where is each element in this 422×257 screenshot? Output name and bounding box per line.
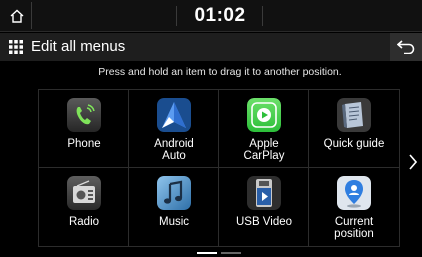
menu-item-label: Phone: [67, 138, 101, 150]
menu-grid-icon: [9, 40, 23, 54]
music-icon: [157, 176, 191, 210]
menu-item-android-auto[interactable]: Android Auto: [129, 90, 219, 168]
back-icon: [397, 40, 415, 54]
home-button[interactable]: [2, 2, 32, 29]
menu-item-label: Radio: [68, 216, 100, 228]
apple-carplay-icon: [247, 98, 281, 132]
home-icon: [10, 9, 23, 23]
usb-video-icon: [247, 176, 281, 210]
menu-item-radio[interactable]: Radio: [39, 168, 129, 246]
menu-item-label: Quick guide: [323, 138, 385, 150]
status-divider: [262, 6, 263, 26]
menu-item-quick-guide[interactable]: Quick guide: [309, 90, 399, 168]
menu-item-label: Android Auto: [154, 138, 194, 162]
title-bar: Edit all menus: [0, 33, 422, 61]
menu-item-phone[interactable]: Phone: [39, 90, 129, 168]
menu-item-label: USB Video: [235, 216, 293, 228]
page-indicator: [221, 252, 241, 254]
clock: 01:02: [194, 5, 246, 26]
menu-item-current-position[interactable]: Current position: [309, 168, 399, 246]
menu-item-apple-carplay[interactable]: Apple CarPlay: [219, 90, 309, 168]
menu-item-music[interactable]: Music: [129, 168, 219, 246]
chevron-right-icon: [409, 154, 417, 170]
phone-icon: [67, 98, 101, 132]
quick-guide-icon: [337, 98, 371, 132]
menu-grid: Phone Android Auto Apple CarPlay Quick g…: [38, 89, 400, 247]
menu-item-label: Music: [158, 216, 190, 228]
page-indicator-active: [197, 252, 217, 254]
android-auto-icon: [157, 98, 191, 132]
menu-item-label: Current position: [334, 216, 374, 240]
next-page-button[interactable]: [406, 150, 420, 174]
page-title: Edit all menus: [31, 38, 126, 55]
back-button[interactable]: [390, 33, 422, 61]
status-bar: 01:02: [0, 0, 422, 32]
current-position-icon: [337, 176, 371, 210]
instruction-text: Press and hold an item to drag it to ano…: [98, 66, 342, 78]
menu-item-usb-video[interactable]: USB Video: [219, 168, 309, 246]
menu-item-label: Apple CarPlay: [243, 138, 285, 162]
radio-icon: [67, 176, 101, 210]
